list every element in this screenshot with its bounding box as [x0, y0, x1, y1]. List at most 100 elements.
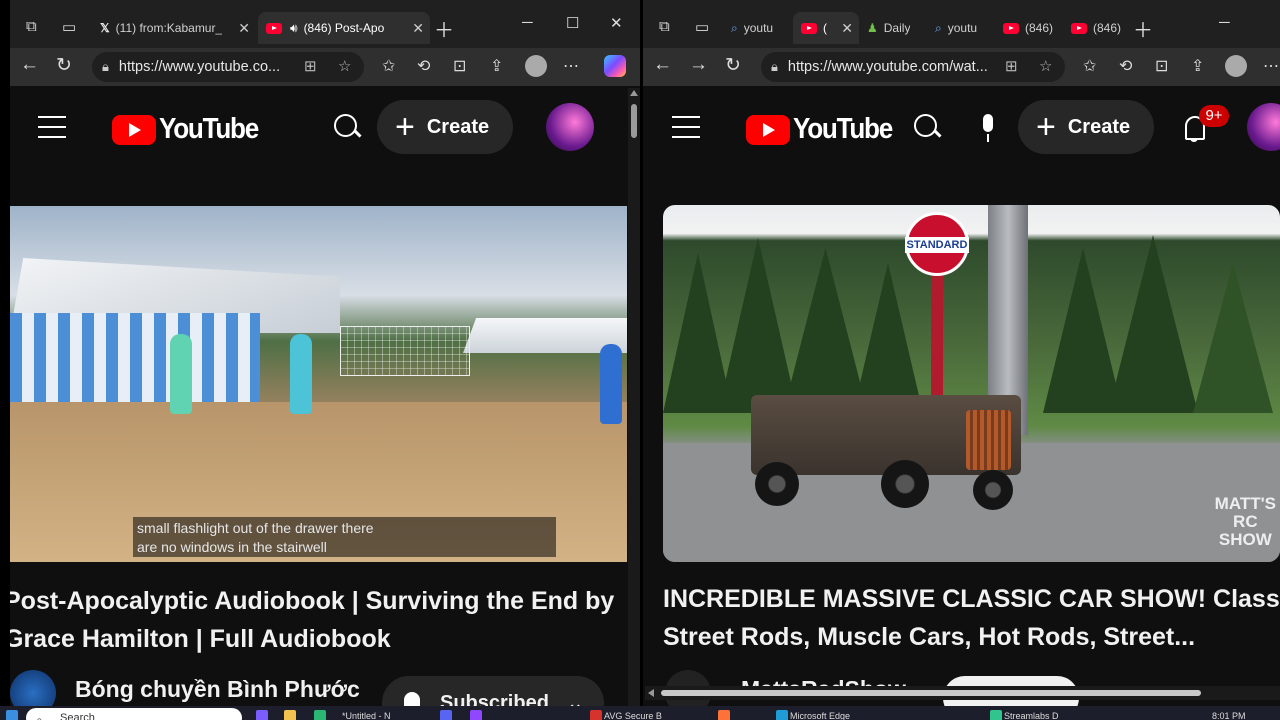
subscribed-button[interactable]: Subscribed ⌄ — [382, 676, 604, 706]
menu-icon[interactable] — [38, 116, 66, 138]
youtube-logo[interactable]: YouTube — [112, 113, 269, 146]
youtube-play-icon — [746, 114, 790, 145]
address-bar-row: ← → ↻ 🔒︎ https://www.youtube.com/wat... … — [643, 48, 1280, 86]
url-field[interactable]: 🔒︎ https://www.youtube.com/wat... ⊞ ☆ — [761, 52, 1065, 82]
favorites-icon[interactable]: ✩ — [1083, 56, 1096, 76]
history-icon[interactable]: ⟲ — [1119, 56, 1132, 76]
standard-sign: STANDARD — [905, 212, 969, 276]
vertical-scrollbar[interactable] — [628, 88, 640, 706]
file-explorer-icon[interactable] — [284, 710, 296, 720]
right-browser-window: ⧉ ▭ ⌕ youtu ( ✕ ♟ Daily ⌕ youtu (846) (8… — [643, 0, 1280, 706]
account-avatar[interactable] — [546, 103, 594, 151]
create-button[interactable]: + Create — [1018, 100, 1155, 154]
profile-icon[interactable] — [1225, 55, 1247, 77]
lock-icon[interactable]: 🔒︎ — [771, 59, 778, 75]
taskbar-item-streamlabs[interactable]: Streamlabs D — [1004, 711, 1059, 720]
account-avatar[interactable] — [1247, 103, 1280, 151]
youtube-logo[interactable]: YouTube — [746, 113, 903, 146]
close-tab-icon[interactable]: ✕ — [841, 20, 853, 37]
tab-x[interactable]: 𝕏 (11) from:Kabamur_ ✕ — [90, 12, 256, 44]
menu-icon[interactable] — [672, 116, 700, 138]
horizontal-scrollbar[interactable] — [645, 686, 1280, 700]
favorite-star-icon[interactable]: ☆ — [1039, 57, 1052, 75]
new-tab-button[interactable]: ＋ — [434, 14, 454, 43]
more-menu-icon[interactable]: ⋯ — [1263, 56, 1279, 76]
more-menu-icon[interactable]: ⋯ — [563, 56, 579, 76]
share-icon[interactable]: ⇪ — [490, 56, 503, 76]
forward-arrow-icon[interactable]: → — [689, 54, 708, 76]
channel-name[interactable]: Bóng chuyền Bình Phước — [75, 676, 360, 703]
tab-search-2[interactable]: ⌕ youtu — [929, 12, 995, 44]
profile-icon[interactable] — [525, 55, 547, 77]
app-available-icon[interactable]: ⊞ — [304, 57, 317, 75]
taskbar-item-avg[interactable]: AVG Secure B — [604, 711, 662, 720]
start-icon[interactable] — [6, 710, 18, 720]
app-icon[interactable] — [470, 710, 482, 720]
vertical-tabs-icon[interactable]: ▭ — [62, 18, 76, 36]
close-tab-icon[interactable]: ✕ — [238, 20, 250, 37]
taskbar-item-notepad[interactable]: *Untitled - N — [342, 711, 391, 720]
back-arrow-icon[interactable]: ← — [20, 54, 39, 76]
close-tab-icon[interactable]: ✕ — [412, 20, 424, 37]
scroll-up-icon[interactable] — [630, 90, 638, 96]
scroll-thumb[interactable] — [631, 104, 637, 138]
history-icon[interactable]: ⟲ — [417, 56, 430, 76]
new-tab-button[interactable]: ＋ — [1133, 14, 1153, 43]
video-player[interactable]: small flashlight out of the drawer there… — [10, 206, 627, 562]
minimize-button[interactable]: ─ — [1219, 14, 1230, 31]
video-title: Post-Apocalyptic Audiobook | Surviving t… — [10, 587, 615, 653]
tab-youtube-active[interactable]: 🔊︎ (846) Post-Apo ✕ — [258, 12, 430, 44]
tab-strip: ⧉ ▭ ⌕ youtu ( ✕ ♟ Daily ⌕ youtu (846) (8… — [643, 0, 1280, 48]
create-button[interactable]: + Create — [377, 100, 514, 154]
scroll-thumb[interactable] — [661, 690, 1201, 696]
taskbar-item-edge[interactable]: Microsoft Edge — [790, 711, 850, 720]
url-field[interactable]: 🔒︎ https://www.youtube.co... ⊞ ☆ — [92, 52, 364, 82]
tab-chess[interactable]: ♟ Daily — [861, 12, 927, 44]
video-title: INCREDIBLE MASSIVE CLASSIC CAR SHOW! Cla… — [663, 585, 1280, 651]
screenshot-icon[interactable]: ⊡ — [1155, 56, 1168, 76]
workspaces-icon[interactable]: ⧉ — [659, 18, 670, 35]
player-figure — [600, 344, 622, 424]
maximize-button[interactable]: ☐ — [566, 14, 579, 32]
refresh-icon[interactable]: ↻ — [56, 54, 72, 77]
close-window-button[interactable]: ✕ — [610, 14, 623, 32]
tab-youtube[interactable]: (846) — [1065, 12, 1127, 44]
microphone-icon[interactable] — [979, 114, 997, 144]
app-icon[interactable] — [440, 710, 452, 720]
clock[interactable]: 8:01 PM — [1212, 711, 1246, 720]
scroll-left-icon[interactable] — [648, 689, 654, 697]
search-icon[interactable] — [334, 114, 362, 142]
vertical-tabs-icon[interactable]: ▭ — [695, 18, 709, 36]
channel-avatar[interactable] — [10, 670, 56, 706]
copilot-icon[interactable] — [604, 55, 626, 77]
refresh-icon[interactable]: ↻ — [725, 54, 741, 77]
taskbar: ⌕ Search *Untitled - N AVG Secure B Micr… — [0, 706, 1280, 720]
video-thumbnail[interactable]: STANDARD MATT'S RC SHOW — [663, 205, 1280, 562]
tab-youtube[interactable]: (846) — [997, 12, 1063, 44]
youtube-header: YouTube + Create 9+ — [643, 86, 1280, 176]
workspaces-icon[interactable]: ⧉ — [26, 18, 37, 35]
favorite-star-icon[interactable]: ☆ — [338, 57, 351, 75]
taskbar-search[interactable]: ⌕ Search — [26, 708, 242, 720]
left-browser-window: ⧉ ▭ 𝕏 (11) from:Kabamur_ ✕ 🔊︎ (846) Post… — [10, 0, 642, 706]
share-icon[interactable]: ⇪ — [1191, 56, 1204, 76]
tab-youtube-active[interactable]: ( ✕ — [793, 12, 859, 44]
search-icon[interactable] — [914, 114, 942, 142]
app-icon[interactable] — [314, 710, 326, 720]
video-caption: small flashlight out of the drawer there… — [133, 517, 556, 557]
avg-icon[interactable] — [590, 710, 602, 720]
firefox-icon[interactable] — [718, 710, 730, 720]
minimize-button[interactable]: ─ — [522, 14, 533, 31]
screenshot-icon[interactable]: ⊡ — [453, 56, 466, 76]
search-icon: ⌕ — [731, 20, 738, 35]
tab-search-1[interactable]: ⌕ youtu — [725, 12, 791, 44]
youtube-icon — [1003, 22, 1019, 34]
speaker-icon[interactable]: 🔊︎ — [290, 21, 298, 36]
app-available-icon[interactable]: ⊞ — [1005, 57, 1018, 75]
edge-icon[interactable] — [776, 710, 788, 720]
lock-icon[interactable]: 🔒︎ — [102, 59, 109, 75]
favorites-icon[interactable]: ✩ — [382, 56, 395, 76]
back-arrow-icon[interactable]: ← — [653, 54, 672, 76]
streamlabs-icon[interactable] — [990, 710, 1002, 720]
app-icon[interactable] — [256, 710, 268, 720]
